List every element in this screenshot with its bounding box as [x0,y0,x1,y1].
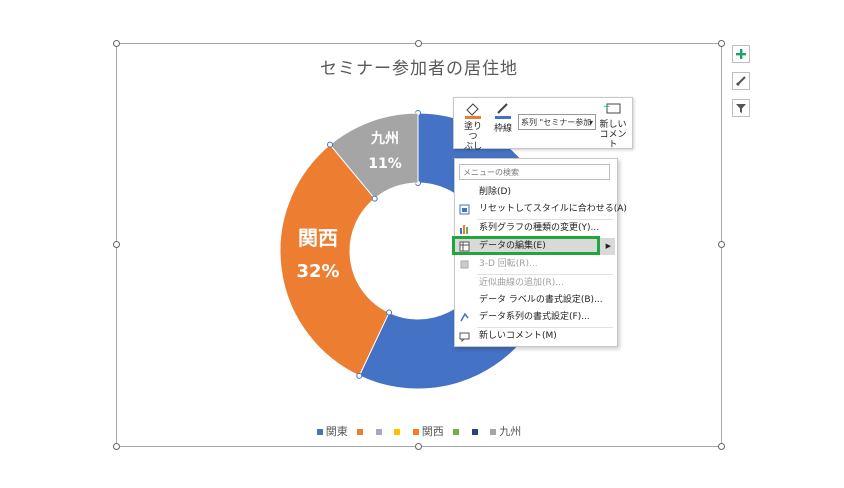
chart-styles-button[interactable] [732,72,750,90]
paint-bucket-icon [465,103,481,119]
menu-item-new-comment[interactable]: 新しいコメント(M) [455,328,615,345]
menu-item-delete[interactable]: 削除(D) [455,184,615,201]
data-label-kyushu-percent: 11% [368,156,402,172]
fill-button[interactable]: 塗りつ ぶし [460,101,486,152]
series-select-value: 系列 "セミナー参加 [521,118,592,127]
legend-item-kansai: 関西 [412,423,444,439]
fill-label-1: 塗りつ [463,122,482,142]
data-label-kyushu-category: 九州 [371,131,399,147]
chart-elements-button[interactable] [732,45,750,63]
menu-item-change-chart-type[interactable]: 系列グラフの種類の変更(Y)... [455,220,615,237]
reset-style-icon [459,204,470,215]
outline-label: 枠線 [493,124,512,134]
data-label-kyushu[interactable]: 九州 11% [360,128,410,172]
format-series-icon [460,312,469,322]
new-comment-label-1: 新しい [599,120,627,130]
donut-chart[interactable] [0,0,844,488]
3d-rotation-icon [460,260,469,269]
plus-icon [736,49,746,59]
mini-toolbar: 塗りつ ぶし 枠線 系列 "セミナー参加 ▾ + 新しい コメント [453,97,633,152]
menu-item-add-trendline[interactable]: 近似曲線の追加(R)... [455,275,615,292]
legend-item-orange [357,425,366,438]
legend-item-navy [471,425,481,438]
pen-icon [495,103,511,119]
fill-label-2: ぶし [463,142,482,152]
highlight-box [452,236,600,255]
comment-icon [459,332,470,342]
slice-selection-handle[interactable] [371,195,378,202]
new-comment-label-2: コメント [599,130,627,150]
legend-item-green [453,425,462,438]
menu-item-format-data-series[interactable]: データ系列の書式設定(F)... [455,309,615,326]
legend-item-lightpurple [375,425,385,438]
menu-item-3d-rotation[interactable]: 3-D 回転(R)... [455,256,615,273]
data-label-kansai-percent: 32% [296,261,340,282]
menu-search-input[interactable]: メニューの検索 [459,164,610,180]
filter-icon [736,104,746,113]
series-select[interactable]: 系列 "セミナー参加 ▾ [518,114,596,130]
new-comment-button[interactable]: + 新しい コメント [598,101,628,150]
legend-item-kanto: 関東 [316,423,348,439]
legend-item-yellow [394,425,403,438]
slice-selection-handle[interactable] [356,372,363,379]
submenu-arrow-icon: ▶ [605,242,611,250]
comment-icon: + [603,102,621,114]
slice-selection-handle[interactable] [327,141,334,148]
data-label-kansai-category: 関西 [298,226,338,250]
slice-selection-handle[interactable] [386,309,393,316]
svg-text:+: + [603,102,611,112]
data-label-kansai[interactable]: 関西 32% [288,222,348,282]
menu-item-reset-style[interactable]: リセットしてスタイルに合わせる(A) [455,201,627,218]
chart-type-icon [460,225,468,234]
chart-legend[interactable]: 関東 関西 九州 [116,423,722,439]
legend-item-kyushu: 九州 [490,423,521,439]
brush-icon [736,76,746,86]
menu-item-format-data-labels[interactable]: データ ラベルの書式設定(B)... [455,292,615,309]
chart-filters-button[interactable] [732,99,750,117]
chevron-down-icon: ▾ [588,118,593,127]
outline-button[interactable]: 枠線 [490,101,516,134]
